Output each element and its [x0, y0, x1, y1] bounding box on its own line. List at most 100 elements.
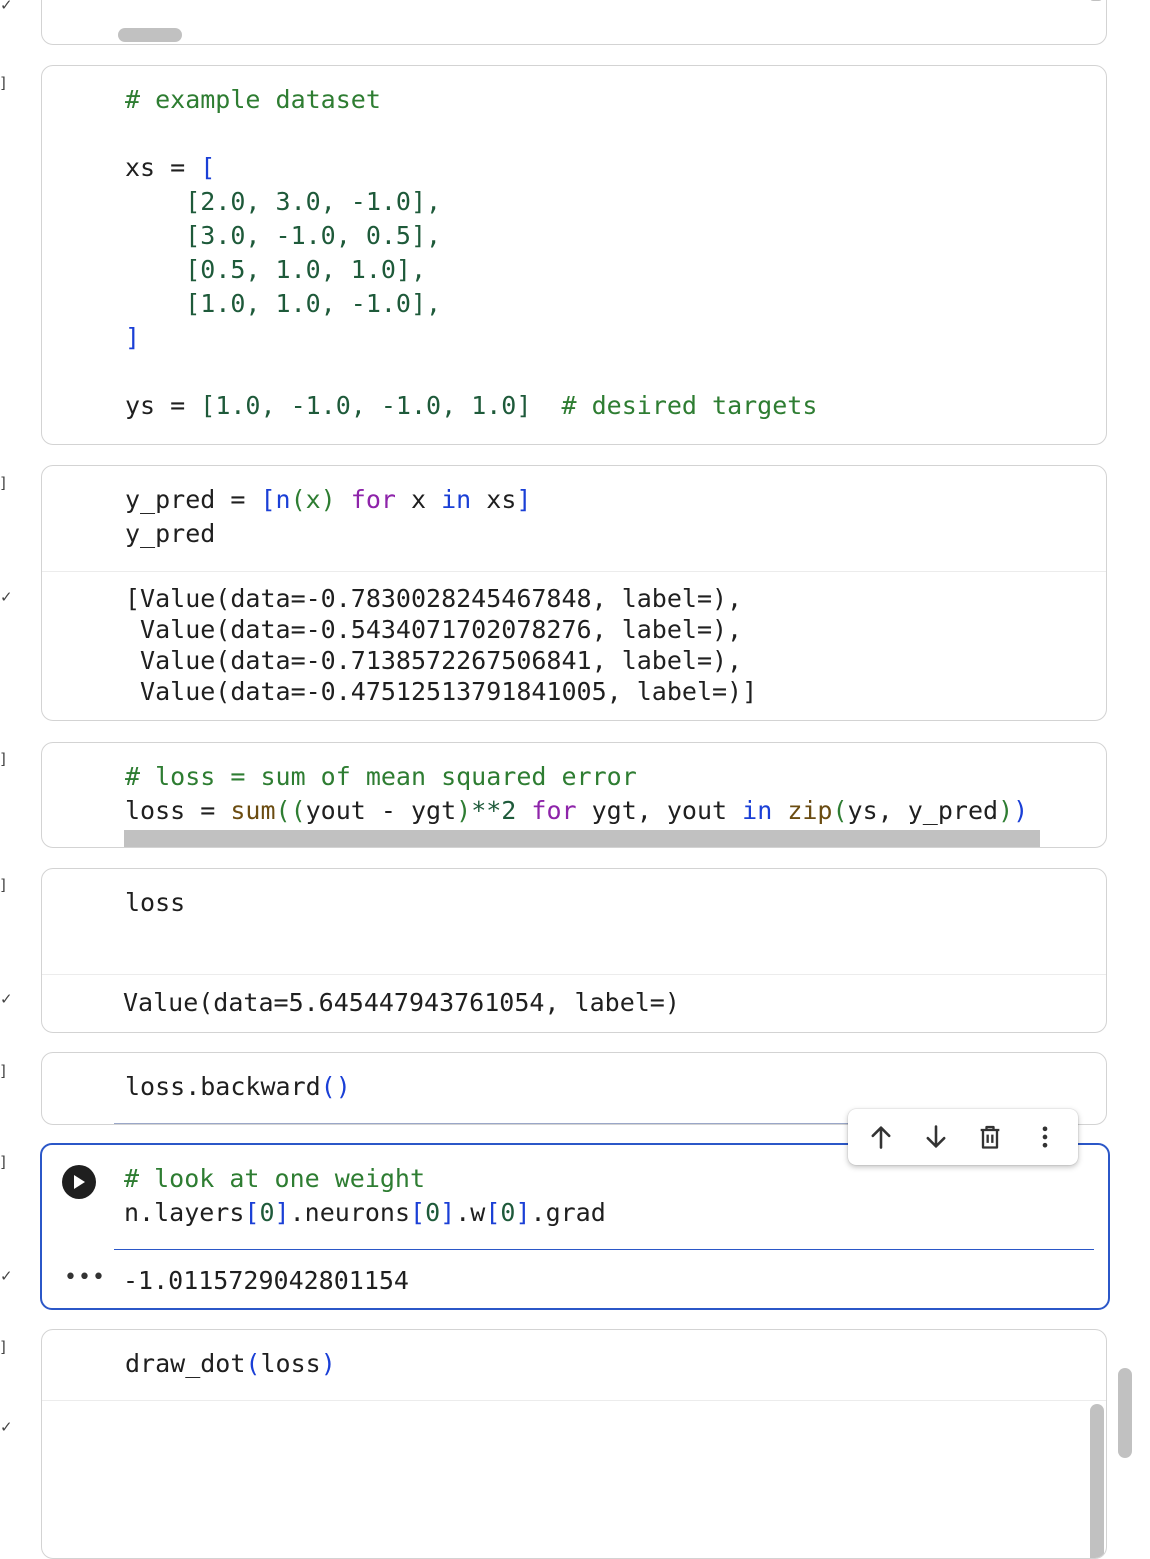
code-editor[interactable]: # loss = sum of mean squared error loss …: [125, 760, 1086, 828]
code-bracket: ): [998, 796, 1014, 825]
code-bracket: [: [485, 1198, 501, 1227]
code-comment: # desired targets: [531, 391, 818, 420]
exec-bracket-3: ]: [0, 750, 6, 768]
code-cell-previous[interactable]: [41, 0, 1107, 45]
move-cell-down-button[interactable]: [914, 1115, 958, 1159]
output-line: Value(data=-0.5434071702078276, label=),: [125, 615, 743, 644]
code-bracket: (: [245, 1349, 261, 1378]
code-editor[interactable]: # look at one weight n.layers[0].neurons…: [124, 1162, 1088, 1230]
code-text: x: [395, 485, 442, 514]
code-bracket: ]: [125, 323, 141, 352]
output-divider: [42, 1400, 1106, 1401]
code-number: 0: [425, 1198, 441, 1227]
delete-cell-button[interactable]: [968, 1115, 1012, 1159]
output-line: [Value(data=-0.7830028245467848, label=)…: [125, 584, 743, 613]
code-number: 0: [259, 1198, 275, 1227]
run-cell-button[interactable]: [62, 1165, 96, 1199]
code-comment: # look at one weight: [124, 1164, 426, 1193]
code-editor[interactable]: loss: [125, 886, 1086, 920]
more-vert-icon: [1042, 1126, 1048, 1148]
exec-check-6: ✓: [0, 1267, 13, 1285]
cell-output: [Value(data=-0.7830028245467848, label=)…: [125, 583, 1086, 707]
code-editor[interactable]: # example dataset xs = [ [2.0, 3.0, -1.0…: [125, 83, 1086, 423]
exec-bracket-5: ]: [0, 1062, 6, 1080]
horizontal-scrollbar[interactable]: [124, 830, 1040, 847]
arrow-up-icon: [871, 1126, 891, 1149]
exec-bracket-6: ]: [0, 1153, 6, 1171]
code-keyword: for: [531, 796, 577, 825]
code-bracket: ]: [516, 485, 532, 514]
code-cell-dataset[interactable]: # example dataset xs = [ [2.0, 3.0, -1.0…: [41, 65, 1107, 445]
output-divider: [42, 974, 1106, 975]
code-bracket: [: [200, 153, 216, 182]
code-bracket: ]: [274, 1198, 290, 1227]
code-keyword: in: [742, 796, 773, 825]
vertical-scrollbar[interactable]: [1090, 0, 1102, 1]
exec-check-7: ✓: [0, 1418, 13, 1436]
code-text: ys, y_pred: [847, 796, 999, 825]
code-text: y_pred: [125, 519, 216, 548]
code-text: loss: [125, 888, 186, 917]
cell-output: -1.0115729042801154: [123, 1265, 1088, 1296]
code-text: loss =: [125, 796, 231, 825]
code-row: [3.0, -1.0, 0.5],: [185, 221, 442, 250]
code-text: n.layers: [124, 1198, 245, 1227]
exec-bracket-7: ]: [0, 1338, 6, 1356]
code-text: (x): [290, 485, 351, 514]
code-cell-loss[interactable]: loss Value(data=5.645447943761054, label…: [41, 868, 1107, 1033]
code-editor[interactable]: y_pred = [n(x) for x in xs] y_pred: [125, 483, 1086, 551]
exec-bracket-4: ]: [0, 876, 6, 894]
output-line: Value(data=-0.47512513791841005, label=)…: [125, 677, 758, 706]
exec-bracket-1: ]: [0, 74, 6, 92]
output-menu-button[interactable]: •••: [64, 1265, 106, 1290]
output-scrollbar[interactable]: [1090, 1404, 1104, 1558]
code-cell-draw[interactable]: draw_dot(loss): [41, 1329, 1107, 1559]
horizontal-scrollbar[interactable]: [118, 28, 182, 42]
code-number: 0: [500, 1198, 516, 1227]
code-bracket: (: [832, 796, 848, 825]
code-row: [1.0, 1.0, -1.0],: [185, 289, 442, 318]
focus-underline: [114, 1123, 852, 1124]
code-editor[interactable]: loss.backward(): [125, 1070, 1086, 1104]
more-options-button[interactable]: [1023, 1115, 1067, 1159]
code-function: sum: [230, 796, 276, 825]
play-icon: [74, 1175, 85, 1189]
code-keyword: in: [441, 485, 472, 514]
code-text: [n: [260, 485, 291, 514]
code-comment: # example dataset: [125, 85, 381, 114]
code-values: [1.0, -1.0, -1.0, 1.0]: [200, 391, 532, 420]
trash-icon: [980, 1125, 1000, 1149]
code-text: **2: [471, 796, 532, 825]
code-bracket: ): [320, 1349, 336, 1378]
exec-check-0: ✓: [0, 0, 13, 14]
code-row: [0.5, 1.0, 1.0],: [185, 255, 427, 284]
output-line: Value(data=-0.7138572267506841, label=),: [125, 646, 743, 675]
code-editor[interactable]: draw_dot(loss): [125, 1347, 1086, 1381]
exec-check-4: ✓: [0, 990, 13, 1008]
code-text: draw_dot: [125, 1349, 246, 1378]
code-cell-weight[interactable]: # look at one weight n.layers[0].neurons…: [40, 1143, 1110, 1310]
code-cell-loss-def[interactable]: # loss = sum of mean squared error loss …: [41, 742, 1107, 848]
code-bracket: ): [1013, 796, 1029, 825]
code-bracket: ]: [515, 1198, 531, 1227]
cell-output: Value(data=5.645447943761054, label=): [123, 987, 1086, 1018]
code-bracket: [: [410, 1198, 426, 1227]
cell-toolbar: [848, 1109, 1078, 1165]
page-scrollbar[interactable]: [1118, 1368, 1132, 1458]
exec-bracket-2: ]: [0, 474, 6, 492]
code-text: .w: [455, 1198, 486, 1227]
code-text: xs: [471, 485, 517, 514]
code-bracket: ): [456, 796, 472, 825]
code-function: zip: [787, 796, 833, 825]
arrow-down-icon: [926, 1125, 946, 1148]
code-text: loss: [260, 1349, 321, 1378]
code-text: loss.backward: [125, 1072, 321, 1101]
code-cell-pred[interactable]: y_pred = [n(x) for x in xs] y_pred [Valu…: [41, 465, 1107, 721]
code-text: .grad: [530, 1198, 606, 1227]
move-cell-up-button[interactable]: [859, 1115, 903, 1159]
code-row: [2.0, 3.0, -1.0],: [185, 187, 442, 216]
editor-underline: [114, 1249, 1094, 1250]
code-text: y_pred =: [125, 485, 261, 514]
output-divider: [42, 571, 1106, 572]
